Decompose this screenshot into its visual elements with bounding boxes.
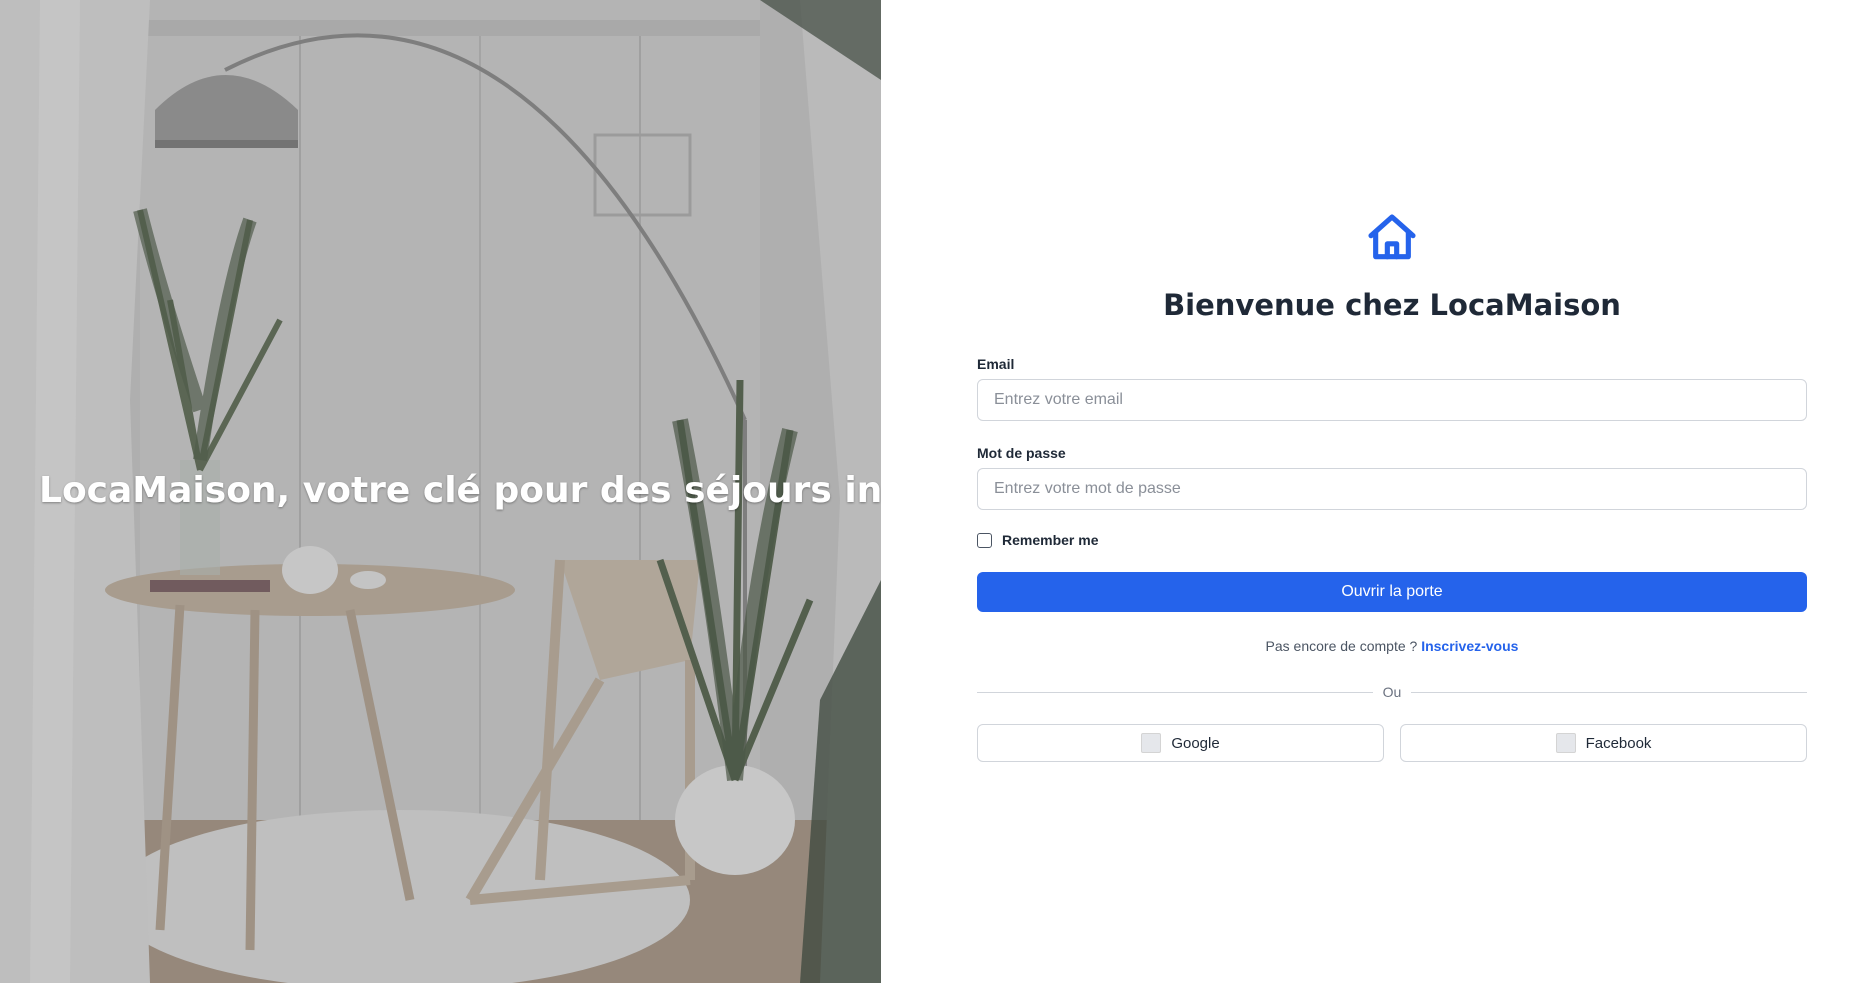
divider-label: Ou	[1382, 684, 1402, 700]
remember-me-checkbox[interactable]	[977, 532, 992, 548]
password-label: Mot de passe	[977, 445, 1066, 461]
google-login-button[interactable]: Google	[977, 724, 1384, 762]
logo	[977, 210, 1807, 266]
google-logo-icon	[1141, 733, 1162, 753]
google-login-label: Google	[1171, 734, 1220, 752]
hero-tagline: LocaMaison, votre clé pour des séjours i…	[39, 470, 881, 511]
divider: Ou	[977, 684, 1807, 700]
login-page: LocaMaison, votre clé pour des séjours i…	[0, 0, 1866, 983]
login-form: Bienvenue chez LocaMaison Email Mot de p…	[977, 210, 1807, 762]
signup-prompt: Pas encore de compte ? Inscrivez-vous	[977, 638, 1807, 654]
facebook-login-button[interactable]: Facebook	[1400, 724, 1807, 762]
hero-tagline-text: LocaMaison, votre clé pour des séjours i…	[39, 470, 881, 511]
email-label: Email	[977, 356, 1015, 372]
signup-link[interactable]: Inscrivez-vous	[1421, 638, 1518, 654]
social-login-row: Google Facebook	[977, 724, 1807, 762]
divider-line-right	[1411, 691, 1807, 693]
signup-prompt-text: Pas encore de compte ?	[1265, 638, 1422, 654]
password-group: Mot de passe	[977, 445, 1807, 510]
facebook-logo-icon	[1555, 733, 1576, 753]
page-title: Bienvenue chez LocaMaison	[1163, 288, 1621, 322]
hero-panel: LocaMaison, votre clé pour des séjours i…	[0, 0, 881, 983]
facebook-login-label: Facebook	[1585, 734, 1652, 752]
password-field[interactable]	[977, 468, 1807, 510]
remember-me-row: Remember me	[977, 532, 1807, 548]
divider-line-left	[977, 691, 1373, 693]
submit-button[interactable]: Ouvrir la porte	[977, 572, 1807, 612]
remember-me-label[interactable]: Remember me	[1002, 532, 1099, 548]
house-icon	[1368, 214, 1416, 260]
email-field[interactable]	[977, 379, 1807, 421]
email-group: Email	[977, 356, 1807, 421]
login-panel: Bienvenue chez LocaMaison Email Mot de p…	[881, 0, 1866, 983]
